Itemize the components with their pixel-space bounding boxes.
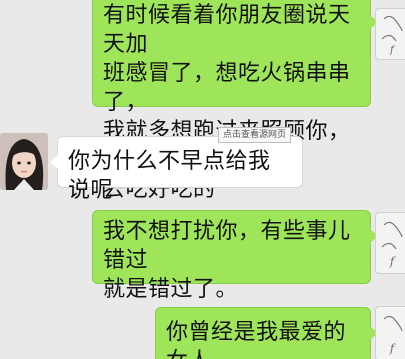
sent-message-bubble[interactable]: 我不想打扰你，有些事儿错过 就是错过了。 bbox=[92, 210, 378, 302]
view-source-page-button[interactable]: 点击查看源网页 bbox=[218, 127, 291, 143]
svg-text:f: f bbox=[389, 342, 396, 355]
sent-message-bubble[interactable]: 有时候看着你朋友圈说天天加 班感冒了，想吃火锅串串了， 我就多想跑过来照顾你，带… bbox=[92, 0, 378, 202]
received-message-bubble[interactable]: 你为什么不早点给我说呢 bbox=[50, 136, 303, 203]
sender-avatar[interactable]: f bbox=[375, 8, 405, 60]
avatar-pattern-icon: f bbox=[383, 315, 403, 355]
sender-avatar[interactable]: f bbox=[375, 306, 405, 359]
svg-text:f: f bbox=[389, 255, 396, 268]
girl-avatar-icon bbox=[0, 133, 48, 190]
avatar-pattern-icon: f bbox=[381, 221, 403, 268]
chat-screen: 有时候看着你朋友圈说天天加 班感冒了，想吃火锅串串了， 我就多想跑过来照顾你，带… bbox=[0, 0, 405, 359]
sent-message-bubble[interactable]: 你曾经是我最爱的女人 bbox=[155, 307, 378, 359]
svg-text:f: f bbox=[389, 45, 396, 56]
avatar-pattern-icon: f bbox=[381, 15, 403, 56]
contact-avatar[interactable] bbox=[0, 133, 48, 190]
sender-avatar[interactable]: f bbox=[375, 212, 405, 274]
